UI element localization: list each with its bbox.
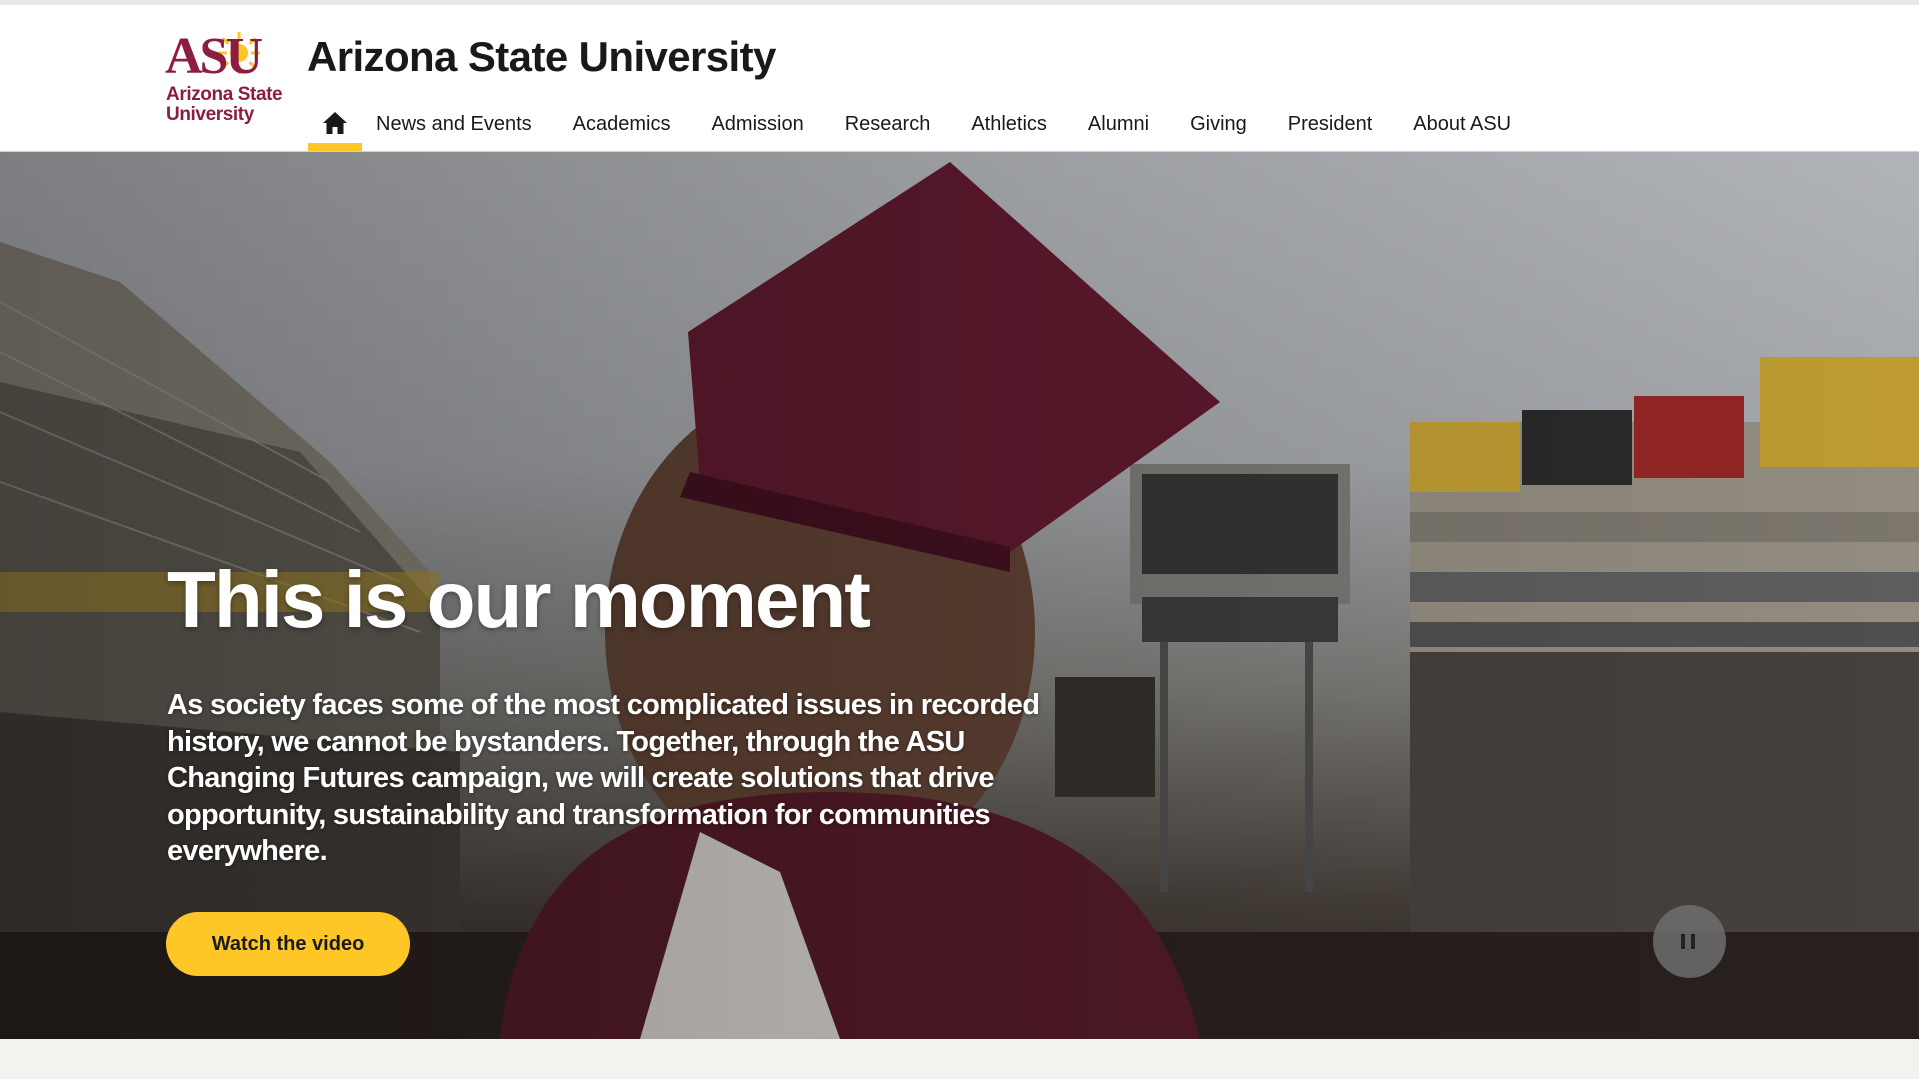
watch-video-button[interactable]: Watch the video bbox=[166, 912, 410, 976]
logo-university-name: Arizona State University bbox=[166, 84, 283, 125]
site-title[interactable]: Arizona State University bbox=[307, 33, 776, 81]
asu-logo[interactable]: ASU Arizona State University bbox=[165, 29, 290, 129]
nav-active-indicator bbox=[308, 143, 362, 151]
page: ASU Arizona State University Arizona Sta… bbox=[0, 0, 1919, 1079]
nav-item-alumni[interactable]: Alumni bbox=[1088, 101, 1149, 136]
logo-name-line2: University bbox=[166, 104, 254, 125]
nav-item-about-asu[interactable]: About ASU bbox=[1413, 101, 1511, 136]
nav-item-giving[interactable]: Giving bbox=[1190, 101, 1247, 136]
nav-item-athletics[interactable]: Athletics bbox=[971, 101, 1047, 136]
nav-item-news-and-events[interactable]: News and Events bbox=[376, 101, 532, 136]
logo-name-line1: Arizona State bbox=[166, 84, 283, 105]
nav-item-academics[interactable]: Academics bbox=[573, 101, 671, 136]
pause-video-button[interactable] bbox=[1653, 905, 1726, 978]
site-header: ASU Arizona State University Arizona Sta… bbox=[0, 5, 1919, 152]
section-divider-pattern bbox=[0, 1039, 1919, 1079]
nav-home[interactable] bbox=[308, 101, 362, 151]
nav-item-research[interactable]: Research bbox=[845, 101, 931, 136]
home-icon bbox=[323, 112, 347, 134]
main-nav: News and Events Academics Admission Rese… bbox=[308, 101, 1552, 151]
nav-item-president[interactable]: President bbox=[1288, 101, 1373, 136]
hero-title: This is our moment bbox=[167, 555, 871, 644]
nav-item-admission[interactable]: Admission bbox=[711, 101, 803, 136]
asu-logo-text: ASU bbox=[165, 29, 262, 79]
asu-logo-mark: ASU bbox=[165, 29, 265, 79]
hero-description: As society faces some of the most compli… bbox=[167, 689, 1040, 867]
hero-video: This is our moment As society faces some… bbox=[0, 152, 1919, 1039]
